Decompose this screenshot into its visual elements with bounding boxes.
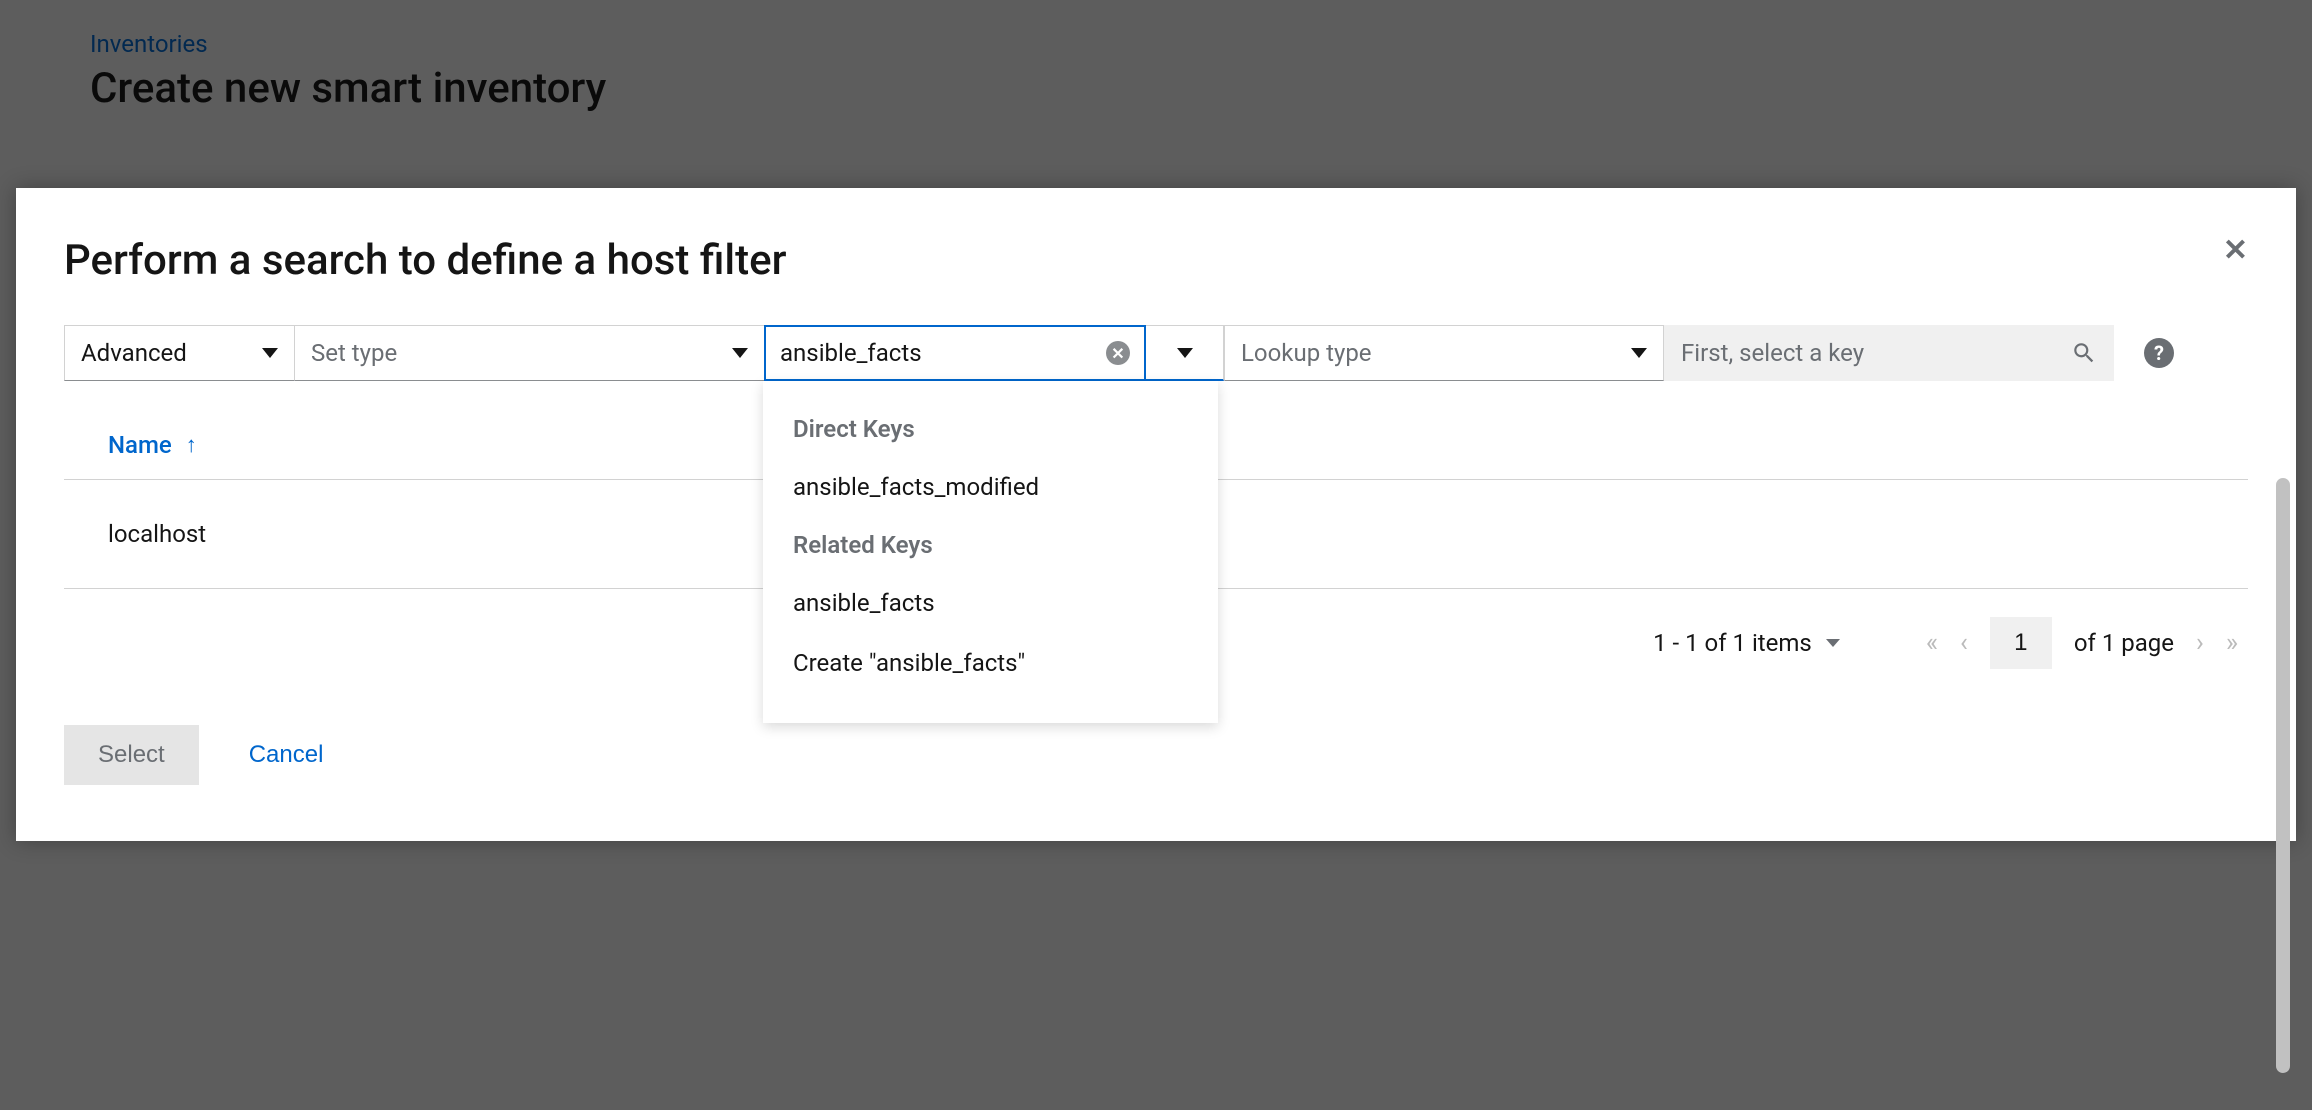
total-pages-label: of 1 page [2074, 629, 2174, 657]
key-input-box[interactable]: ✕ [764, 325, 1146, 381]
advanced-dropdown[interactable]: Advanced [64, 325, 294, 381]
sort-ascending-icon: ↑ [186, 432, 197, 458]
direct-keys-label: Direct Keys [763, 401, 1218, 457]
autocomplete-dropdown: Direct Keys ansible_facts_modified Relat… [763, 381, 1218, 723]
next-page-icon[interactable]: › [2196, 628, 2204, 658]
caret-down-icon [1631, 348, 1647, 358]
last-page-icon[interactable]: » [2226, 628, 2238, 658]
lookup-type-dropdown[interactable]: Lookup type [1224, 325, 1664, 381]
caret-down-icon [732, 348, 748, 358]
scrollbar-track[interactable] [2276, 478, 2290, 1088]
close-icon[interactable]: ✕ [2223, 236, 2248, 266]
clear-input-icon[interactable]: ✕ [1106, 341, 1130, 365]
caret-down-icon [1177, 348, 1193, 358]
host-filter-modal: Perform a search to define a host filter… [16, 188, 2296, 841]
cancel-button[interactable]: Cancel [229, 725, 344, 785]
related-keys-label: Related Keys [763, 517, 1218, 573]
caret-down-icon [1826, 639, 1840, 647]
advanced-label: Advanced [81, 339, 187, 367]
items-per-page-dropdown[interactable]: 1 - 1 of 1 items [1653, 629, 1840, 657]
help-icon[interactable]: ? [2144, 338, 2174, 368]
column-header-name: Name [108, 431, 172, 459]
pagination-controls: « ‹ of 1 page › » [1926, 617, 2238, 669]
first-page-icon[interactable]: « [1926, 628, 1938, 658]
modal-title: Perform a search to define a host filter [64, 236, 786, 285]
key-dropdown-toggle[interactable] [1146, 325, 1224, 381]
autocomplete-item[interactable]: ansible_facts_modified [763, 457, 1218, 517]
select-button[interactable]: Select [64, 725, 199, 785]
prev-page-icon[interactable]: ‹ [1960, 628, 1968, 658]
search-icon [2071, 340, 2097, 366]
search-toolbar: Advanced Set type ✕ Lookup type First, s… [64, 325, 2248, 381]
page-number-input[interactable] [1990, 617, 2052, 669]
set-type-placeholder: Set type [311, 339, 397, 367]
caret-down-icon [262, 348, 278, 358]
pagination-summary: 1 - 1 of 1 items [1653, 629, 1812, 657]
key-input[interactable] [780, 339, 1106, 367]
search-value-placeholder: First, select a key [1681, 339, 1864, 367]
scrollbar-thumb[interactable] [2276, 478, 2290, 1073]
lookup-placeholder: Lookup type [1241, 339, 1372, 367]
modal-actions: Select Cancel [64, 725, 2248, 785]
set-type-dropdown[interactable]: Set type [294, 325, 764, 381]
search-value-input[interactable]: First, select a key [1664, 325, 2114, 381]
key-input-group: ✕ [764, 325, 1224, 381]
autocomplete-item-create[interactable]: Create "ansible_facts" [763, 633, 1218, 693]
autocomplete-item[interactable]: ansible_facts [763, 573, 1218, 633]
